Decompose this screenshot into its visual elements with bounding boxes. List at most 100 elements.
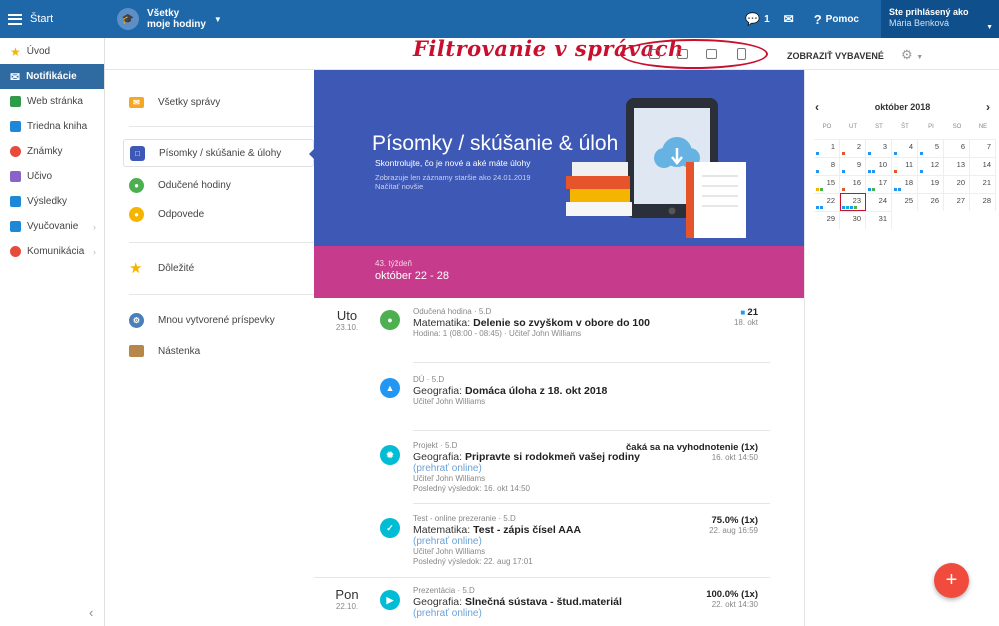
monitor-check-icon[interactable] <box>674 46 690 62</box>
calendar-day[interactable]: 10 <box>866 157 892 175</box>
event-marker <box>816 152 819 155</box>
calendar-day[interactable]: 20 <box>944 175 970 193</box>
calendar-day[interactable]: 24 <box>866 193 892 211</box>
calendar-day[interactable]: 15 <box>814 175 840 193</box>
sidebar-item-web[interactable]: Web stránka <box>0 89 104 114</box>
play-online-link[interactable]: (prehrať online) <box>413 463 793 474</box>
sidebar-item-ucivo[interactable]: Učivo <box>0 164 104 189</box>
sidebar-item-uvod[interactable]: ★ Úvod <box>0 39 104 64</box>
filter-my-posts[interactable]: ⚙ Mnou vytvorené príspevky <box>129 306 314 334</box>
lesson-icon: ● <box>129 177 144 193</box>
calendar-day-number: 2 <box>856 142 861 151</box>
sidebar-item-vyucovanie[interactable]: Vyučovanie › <box>0 214 104 239</box>
calendar-day[interactable]: 18 <box>892 175 918 193</box>
monitor-check-icon: ✓ <box>380 518 400 538</box>
weekday-label: SO <box>952 124 962 130</box>
sidebar-item-komunikacia[interactable]: Komunikácia › <box>0 239 104 264</box>
calendar-day[interactable]: 9 <box>840 157 866 175</box>
filter-lessons[interactable]: ● Odučené hodiny <box>129 171 314 199</box>
document-edit-icon[interactable] <box>733 46 749 62</box>
calendar-day[interactable]: 31 <box>866 211 892 229</box>
backpack-icon[interactable] <box>646 46 662 62</box>
filter-label: Nástenka <box>158 345 201 357</box>
filter-important[interactable]: ★ Dôležité <box>129 254 314 282</box>
calendar-day[interactable]: 7 <box>970 139 996 157</box>
calendar-day[interactable]: 3 <box>866 139 892 157</box>
calendar-day[interactable]: 19 <box>918 175 944 193</box>
calendar-day[interactable]: 30 <box>840 211 866 229</box>
calendar-day[interactable]: 8 <box>814 157 840 175</box>
user-menu[interactable]: Ste prihlásený ako Mária Benková ▼ <box>881 0 999 38</box>
calendar-day-number: 14 <box>982 160 991 169</box>
play-online-link[interactable]: (prehrať online) <box>413 536 793 547</box>
load-newer-link[interactable]: Načítať novšie <box>375 182 423 191</box>
event-markers <box>894 188 901 191</box>
filter-board[interactable]: Nástenka <box>129 337 314 365</box>
calendar-day[interactable]: 27 <box>944 193 970 211</box>
calendar-day-number: 17 <box>878 178 887 187</box>
calendar-day[interactable]: 28 <box>970 193 996 211</box>
collapse-sidebar-icon[interactable]: ‹ <box>89 605 93 620</box>
feed-item-name: Delenie so zvyškom v obore do 100 <box>473 317 650 329</box>
chevron-right-icon: › <box>93 221 96 232</box>
prev-month-button[interactable]: ‹ <box>815 100 819 114</box>
calendar-day-number: 12 <box>930 160 939 169</box>
add-button[interactable]: + <box>934 563 969 598</box>
next-month-button[interactable]: › <box>986 100 990 114</box>
filter-tests[interactable]: □ Písomky / skúšanie & úlohy <box>123 139 314 167</box>
calendar-day[interactable]: 4 <box>892 139 918 157</box>
calendar-day-number: 16 <box>852 178 861 187</box>
calendar-day[interactable]: 12 <box>918 157 944 175</box>
show-selected-button[interactable]: ZOBRAZIŤ VYBAVENÉ <box>787 51 884 61</box>
calendar-day[interactable]: 29 <box>814 211 840 229</box>
feed-item[interactable]: DÚ · 5.D Geografia: Domáca úloha z 18. o… <box>413 375 793 407</box>
messages-button[interactable]: ✉ <box>784 12 794 26</box>
calendar-day[interactable]: 14 <box>970 157 996 175</box>
book-icon <box>10 121 21 132</box>
calendar-day-number: 6 <box>960 142 965 151</box>
presentation-icon[interactable] <box>703 46 719 62</box>
calendar-day-number: 3 <box>882 142 887 151</box>
main-feed: Písomky / skúšanie & úloh Skontrolujte, … <box>314 70 804 626</box>
calendar-day-number: 7 <box>986 142 991 151</box>
sidebar-item-triedna-kniha[interactable]: Triedna kniha <box>0 114 104 139</box>
event-markers <box>816 206 823 209</box>
chat-button[interactable]: 💬 1 <box>745 12 770 26</box>
grade-icon <box>10 146 21 157</box>
calendar-day[interactable]: 26 <box>918 193 944 211</box>
calendar-day[interactable]: 1 <box>814 139 840 157</box>
calendar-day[interactable]: 22 <box>814 193 840 211</box>
calendar-day-number: 23 <box>852 196 861 205</box>
calendar-day[interactable]: 23 <box>840 193 866 211</box>
filter-answers[interactable]: ● Odpovede <box>129 200 314 228</box>
calendar-day[interactable]: 17 <box>866 175 892 193</box>
calendar-day-number: 28 <box>982 196 991 205</box>
calendar-day[interactable]: 21 <box>970 175 996 193</box>
calendar-day[interactable]: 6 <box>944 139 970 157</box>
event-marker <box>872 188 875 191</box>
help-label: Pomoc <box>825 13 859 25</box>
calendar-day-number: 10 <box>878 160 887 169</box>
feed-item-date: 22. okt 14:30 <box>711 600 758 609</box>
sidebar-item-vysledky[interactable]: Výsledky <box>0 189 104 214</box>
sidebar-item-notifikacie[interactable]: ✉ Notifikácie <box>0 64 104 89</box>
help-button[interactable]: ? Pomoc <box>814 12 859 27</box>
filter-label: Dôležité <box>158 262 195 274</box>
calendar-day-number: 26 <box>930 196 939 205</box>
hero-note: Zobrazuje len záznamy staršie ako 24.01.… <box>375 173 531 191</box>
calendar-day[interactable]: 5 <box>918 139 944 157</box>
calendar-day[interactable]: 2 <box>840 139 866 157</box>
calendar-day[interactable]: 11 <box>892 157 918 175</box>
event-markers <box>920 152 923 155</box>
calendar-day[interactable]: 13 <box>944 157 970 175</box>
start-button[interactable]: Štart <box>8 0 53 38</box>
message-filter-list: ✉ Všetky správy □ Písomky / skúšanie & ú… <box>105 70 314 626</box>
menu-icon[interactable] <box>8 13 22 25</box>
class-selector[interactable]: 🎓 Všetky moje hodiny ▼ <box>117 0 222 38</box>
event-marker <box>816 188 819 191</box>
gear-icon[interactable]: ⚙ ▼ <box>901 47 923 63</box>
calendar-day[interactable]: 16 <box>840 175 866 193</box>
calendar-day[interactable]: 25 <box>892 193 918 211</box>
sidebar-item-znamky[interactable]: Známky <box>0 139 104 164</box>
filter-all-messages[interactable]: ✉ Všetky správy <box>129 88 314 116</box>
